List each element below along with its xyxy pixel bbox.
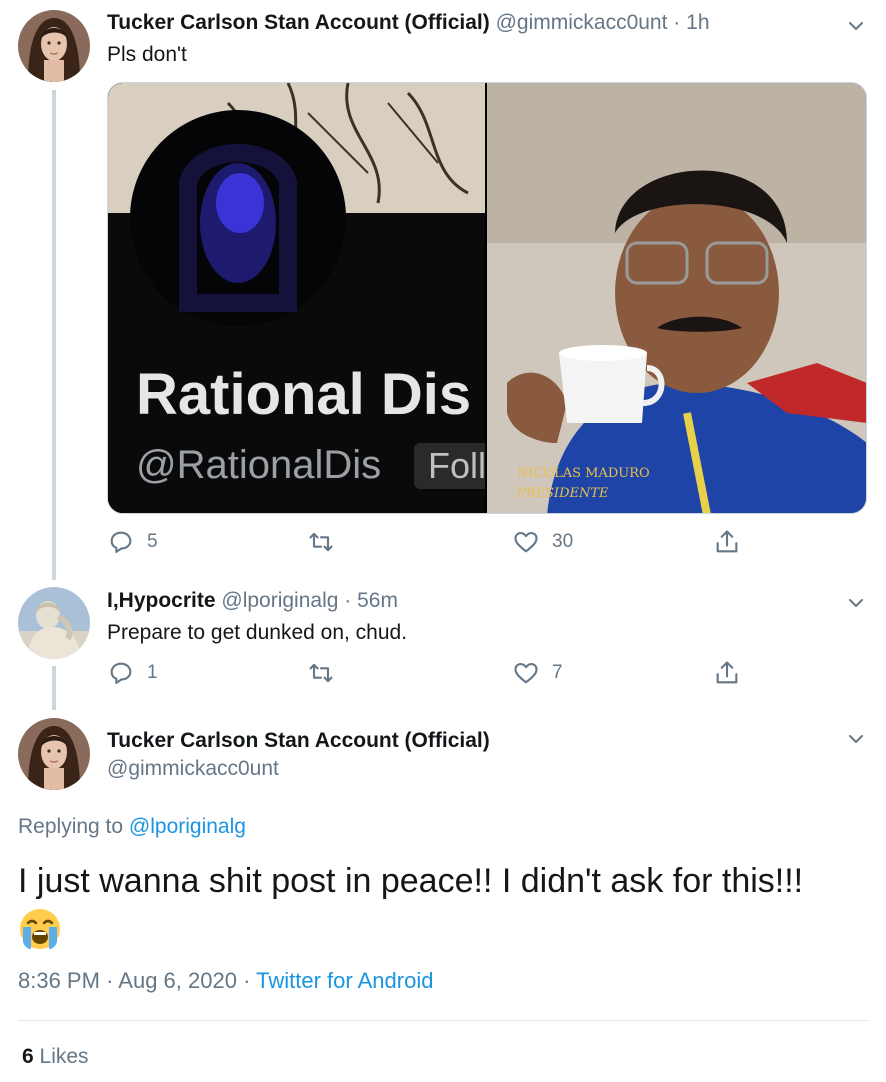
separator: ·	[344, 589, 352, 612]
avatar-image-woman	[18, 10, 90, 82]
thread-line	[52, 666, 56, 710]
more-options-button[interactable]	[846, 729, 866, 749]
tweet-header: Tucker Carlson Stan Account (Official) @…	[107, 10, 710, 36]
main-handle[interactable]: @gimmickacc0unt	[107, 756, 279, 782]
like-button[interactable]: 30	[512, 528, 573, 556]
like-count: 7	[552, 662, 563, 683]
caption-line-2: PRESIDENTE	[516, 486, 609, 501]
screenshot-handle: @RationalDis	[136, 443, 382, 487]
timestamp[interactable]: 1h	[686, 11, 709, 34]
heart-icon	[514, 662, 538, 684]
share-button[interactable]	[713, 528, 741, 556]
main-tweet-text: I just wanna shit post in peace!! I didn…	[18, 858, 868, 951]
handle[interactable]: @gimmickacc0unt	[496, 11, 668, 34]
handle[interactable]: @gimmickacc0unt	[107, 757, 279, 780]
tweet-text: Prepare to get dunked on, chud.	[107, 621, 408, 644]
tweet-header: I,Hypocrite @lporiginalg · 56m	[107, 588, 398, 614]
tweet-actions: 1 7	[107, 659, 867, 689]
timestamp[interactable]: 56m	[357, 589, 398, 612]
reply-icon	[110, 531, 132, 553]
share-icon	[716, 661, 738, 684]
thread-line	[52, 90, 56, 580]
display-name[interactable]: Tucker Carlson Stan Account (Official)	[107, 729, 490, 752]
retweet-icon	[309, 532, 333, 552]
chevron-down-icon	[849, 735, 863, 743]
screenshot-display-name: Rational Dis	[136, 362, 472, 427]
more-options-button[interactable]	[846, 16, 866, 36]
chevron-down-icon	[849, 599, 863, 607]
retweet-icon	[309, 663, 333, 683]
share-icon	[716, 530, 738, 553]
loudly-crying-face-icon	[20, 909, 60, 950]
chevron-down-icon	[849, 22, 863, 30]
tweet-text: I just wanna shit post in peace!! I didn…	[18, 862, 804, 900]
display-name[interactable]: I,Hypocrite	[107, 589, 216, 612]
tweet-media[interactable]: Rational Dis @RationalDis Foll NICOLAS M…	[107, 82, 867, 514]
avatar[interactable]	[18, 718, 90, 790]
replying-to-handle-link[interactable]: @lporiginalg	[129, 815, 246, 838]
likes-stat[interactable]: 6 Likes	[22, 1045, 89, 1069]
like-count: 30	[552, 531, 574, 552]
reply-count: 1	[147, 662, 158, 683]
separator: ·	[243, 968, 251, 993]
reply-button[interactable]: 5	[107, 528, 158, 556]
separator: ·	[673, 11, 681, 34]
avatar[interactable]	[18, 10, 90, 82]
likes-count: 6	[22, 1045, 34, 1068]
reply-count: 5	[147, 531, 158, 552]
retweet-button[interactable]	[307, 528, 347, 556]
caption-line-1: NICOLAS MADURO	[517, 466, 650, 481]
retweet-button[interactable]	[307, 659, 347, 687]
reply-icon	[110, 662, 132, 684]
handle[interactable]: @lporiginalg	[221, 589, 338, 612]
like-button[interactable]: 7	[512, 659, 563, 687]
tweet-meta: 8:36 PM · Aug 6, 2020 · Twitter for Andr…	[18, 968, 433, 994]
share-button[interactable]	[713, 659, 741, 687]
replying-to: Replying to @lporiginalg	[18, 815, 246, 839]
display-name[interactable]: Tucker Carlson Stan Account (Official)	[107, 11, 490, 34]
tweet-source-link[interactable]: Twitter for Android	[256, 968, 433, 993]
tweet-actions: 5 30	[107, 528, 867, 558]
more-options-button[interactable]	[846, 593, 866, 613]
avatar[interactable]	[18, 587, 90, 659]
avatar-image-statue	[18, 587, 90, 659]
man-drinking-coffee-image: NICOLAS MADURO PRESIDENTE	[487, 83, 866, 513]
reply-button[interactable]: 1	[107, 659, 158, 687]
divider	[18, 1020, 868, 1021]
media-image-right[interactable]: NICOLAS MADURO PRESIDENTE	[487, 83, 866, 513]
avatar-image-woman	[18, 718, 90, 790]
likes-label: Likes	[39, 1045, 89, 1068]
tweet-time[interactable]: 8:36 PM	[18, 968, 100, 993]
separator: ·	[106, 968, 114, 993]
heart-icon	[514, 531, 538, 553]
main-display-name[interactable]: Tucker Carlson Stan Account (Official)	[107, 728, 490, 754]
replying-to-label: Replying to	[18, 815, 124, 838]
media-image-left[interactable]: Rational Dis @RationalDis Foll	[108, 83, 485, 513]
screenshot-follow-button: Foll	[414, 443, 485, 489]
tweet-text: Pls don't	[107, 43, 187, 66]
tweet-date[interactable]: Aug 6, 2020	[118, 968, 237, 993]
